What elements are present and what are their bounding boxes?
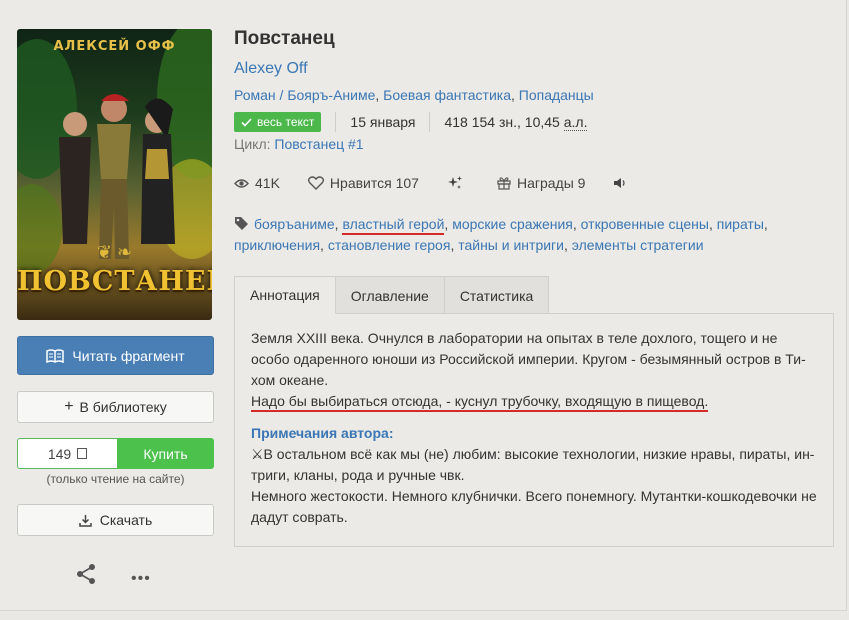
likes-count: 107 (395, 175, 419, 191)
tab-contents[interactable]: Оглавление (334, 276, 445, 314)
awards-stat[interactable]: Награды 9 (497, 175, 586, 191)
tag-link[interactable]: приключения (234, 237, 320, 253)
divider (335, 112, 337, 132)
cover-title-text: ПОВСТАНЕЦ (17, 266, 212, 297)
download-icon (79, 514, 92, 527)
gift-icon (497, 177, 511, 190)
stats-row: 41K Нравится 107 Награды 9 (234, 175, 660, 191)
author-notes-paragraph: Немного жестокости. Немного клубнички. В… (251, 488, 817, 525)
full-text-badge: весь текст (234, 112, 322, 132)
tab-annotation[interactable]: Аннотация (234, 276, 336, 314)
genres-line: Роман / Бояръ-Аниме, Боевая фантастика, … (234, 87, 594, 103)
tag-link[interactable]: властный герой (342, 216, 445, 235)
cover-author-text: АЛЕКСЕЙ ОФФ (53, 39, 176, 54)
annotation-highlight: Надо бы выбираться отсюда, - куснул труб… (251, 393, 709, 412)
buy-button[interactable]: Купить (117, 438, 214, 469)
audio-stat[interactable] (613, 177, 632, 189)
heart-icon (307, 176, 324, 190)
annotation-panel: Земля XXIII века. Очнулся в лаборатории … (234, 313, 834, 547)
read-fragment-label: Читать фрагмент (72, 347, 185, 364)
book-cover[interactable]: АЛЕКСЕЙ ОФФ ❦ ❧ ПОВСТАНЕЦ (17, 29, 212, 320)
cycle-link[interactable]: Повстанец #1 (274, 136, 363, 152)
more-options-icon[interactable]: ••• (131, 570, 151, 588)
book-title: Повстанец (234, 28, 335, 49)
awards-label: Награды (516, 175, 574, 191)
tag-link[interactable]: откровенные сцены (581, 216, 709, 232)
read-fragment-button[interactable]: Читать фрагмент (17, 336, 214, 375)
author-link[interactable]: Alexey Off (234, 60, 308, 78)
awards-count: 9 (577, 175, 586, 191)
cycle-label: Цикл: (234, 136, 271, 152)
eye-icon (234, 178, 249, 188)
book-open-icon (46, 348, 65, 363)
author-notes-heading: Примечания автора: (251, 425, 394, 441)
tag-link[interactable]: тайны и интриги (458, 237, 564, 253)
tabs-bar: Аннотация Оглавление Статистика (234, 276, 550, 314)
sparkles-icon (447, 176, 462, 189)
tab-statistics[interactable]: Статистика (443, 276, 550, 314)
speaker-icon (614, 178, 626, 188)
buy-row: 149 Купить (17, 438, 214, 469)
views-stat: 41K (234, 175, 280, 191)
download-label: Скачать (99, 512, 153, 528)
genre-link[interactable]: Попаданцы (519, 87, 594, 103)
book-size-unit: а.л. (563, 113, 588, 131)
views-count: 41K (255, 175, 280, 191)
book-size: 418 154 зн., 10,45 (444, 114, 560, 130)
tag-link[interactable]: становление героя (328, 237, 451, 253)
likes-stat[interactable]: Нравится 107 (307, 175, 419, 191)
currency-icon (77, 448, 88, 459)
author-notes-paragraph: ⚔В остальном всё как мы (не) любим: высо… (251, 446, 815, 483)
plus-icon: + (64, 398, 74, 415)
share-icon[interactable] (75, 563, 97, 588)
price-display: 149 (17, 438, 117, 469)
book-meta-row: весь текст 15 января 418 154 зн., 10,45 … (234, 111, 588, 133)
price-value: 149 (47, 445, 72, 462)
publish-date: 15 января (350, 114, 416, 130)
full-text-label: весь текст (257, 115, 315, 129)
cover-ornament: ❦ ❧ (96, 242, 133, 262)
add-to-library-button[interactable]: + В библиотеку (17, 391, 214, 423)
tag-link[interactable]: пираты (717, 216, 764, 232)
annotation-paragraph: Земля XXIII века. Очнулся в лаборатории … (251, 330, 806, 388)
tag-icon (235, 217, 248, 230)
add-to-library-label: В библиотеку (79, 399, 167, 415)
tags-list: бояръаниме, властный герой, морские сраж… (234, 216, 768, 253)
annotation-paragraph: Надо бы выбираться отсюда, - куснул труб… (251, 391, 817, 412)
tag-link[interactable]: морские сражения (452, 216, 573, 232)
likes-label: Нравится (329, 175, 392, 191)
buy-note: (только чтение на сайте) (46, 472, 185, 486)
genre-link[interactable]: Боевая фантастика (383, 87, 511, 103)
check-icon (241, 117, 252, 127)
tag-link[interactable]: элементы стратегии (572, 237, 704, 253)
divider (429, 112, 431, 132)
sparkle-stat[interactable] (447, 175, 469, 191)
genre-link[interactable]: Роман / Бояръ-Аниме (234, 87, 375, 103)
cycle-line: Цикл: Повстанец #1 (234, 136, 364, 152)
download-button[interactable]: Скачать (17, 504, 214, 536)
tag-link[interactable]: бояръаниме (254, 216, 335, 232)
book-card: АЛЕКСЕЙ ОФФ ❦ ❧ ПОВСТАНЕЦ Читать фрагмен… (0, 0, 847, 611)
